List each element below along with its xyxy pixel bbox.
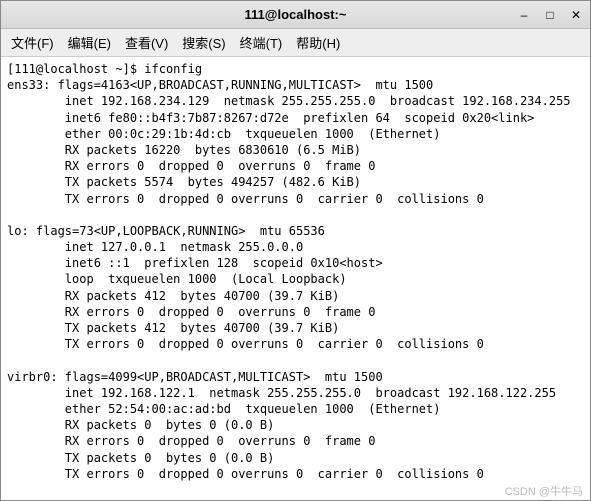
lo-line: inet 127.0.0.1 netmask 255.0.0.0	[7, 240, 303, 254]
close-button[interactable]: ✕	[568, 7, 584, 23]
virbr0-line: RX packets 0 bytes 0 (0.0 B)	[7, 418, 274, 432]
minimize-button[interactable]: –	[516, 7, 532, 23]
virbr0-line: ether 52:54:00:ac:ad:bd txqueuelen 1000 …	[7, 402, 440, 416]
window-title: 111@localhost:~	[245, 7, 347, 22]
lo-line: inet6 ::1 prefixlen 128 scopeid 0x10<hos…	[7, 256, 383, 270]
ens33-line: TX packets 5574 bytes 494257 (482.6 KiB)	[7, 175, 361, 189]
lo-line: TX packets 412 bytes 40700 (39.7 KiB)	[7, 321, 339, 335]
menu-search[interactable]: 搜索(S)	[182, 33, 225, 52]
virbr0-line: RX errors 0 dropped 0 overruns 0 frame 0	[7, 434, 375, 448]
ens33-line: TX errors 0 dropped 0 overruns 0 carrier…	[7, 192, 484, 206]
ens33-line: RX errors 0 dropped 0 overruns 0 frame 0	[7, 159, 375, 173]
command-1: ifconfig	[144, 62, 202, 76]
lo-line: loop txqueuelen 1000 (Local Loopback)	[7, 272, 347, 286]
ens33-line: inet 192.168.234.129 netmask 255.255.255…	[7, 94, 571, 108]
menu-view[interactable]: 查看(V)	[125, 33, 168, 52]
menu-help[interactable]: 帮助(H)	[296, 33, 340, 52]
ens33-line: RX packets 16220 bytes 6830610 (6.5 MiB)	[7, 143, 361, 157]
virbr0-line: inet 192.168.122.1 netmask 255.255.255.0…	[7, 386, 556, 400]
menu-terminal[interactable]: 终端(T)	[240, 33, 283, 52]
virbr0-line: TX errors 0 dropped 0 overruns 0 carrier…	[7, 467, 484, 481]
virbr0-line: virbr0: flags=4099<UP,BROADCAST,MULTICAS…	[7, 370, 383, 384]
ens33-line: ens33: flags=4163<UP,BROADCAST,RUNNING,M…	[7, 78, 433, 92]
lo-line: RX packets 412 bytes 40700 (39.7 KiB)	[7, 289, 339, 303]
maximize-button[interactable]: □	[542, 7, 558, 23]
watermark: CSDN @牛牛马	[505, 483, 583, 499]
window-buttons: – □ ✕	[516, 7, 584, 23]
menu-file[interactable]: 文件(F)	[11, 33, 54, 52]
ens33-line: inet6 fe80::b4f3:7b87:8267:d72e prefixle…	[7, 111, 534, 125]
ens33-line: ether 00:0c:29:1b:4d:cb txqueuelen 1000 …	[7, 127, 440, 141]
lo-line: lo: flags=73<UP,LOOPBACK,RUNNING> mtu 65…	[7, 224, 325, 238]
menubar: 文件(F) 编辑(E) 查看(V) 搜索(S) 终端(T) 帮助(H)	[1, 29, 590, 57]
lo-line: TX errors 0 dropped 0 overruns 0 carrier…	[7, 337, 484, 351]
terminal-window: 111@localhost:~ – □ ✕ 文件(F) 编辑(E) 查看(V) …	[0, 0, 591, 501]
terminal-output[interactable]: [111@localhost ~]$ ifconfig ens33: flags…	[1, 57, 590, 500]
virbr0-line: TX packets 0 bytes 0 (0.0 B)	[7, 451, 274, 465]
titlebar[interactable]: 111@localhost:~ – □ ✕	[1, 1, 590, 29]
lo-line: RX errors 0 dropped 0 overruns 0 frame 0	[7, 305, 375, 319]
prompt-2: [111@localhost ~]$	[7, 499, 144, 500]
prompt-1: [111@localhost ~]$	[7, 62, 144, 76]
menu-edit[interactable]: 编辑(E)	[68, 33, 111, 52]
